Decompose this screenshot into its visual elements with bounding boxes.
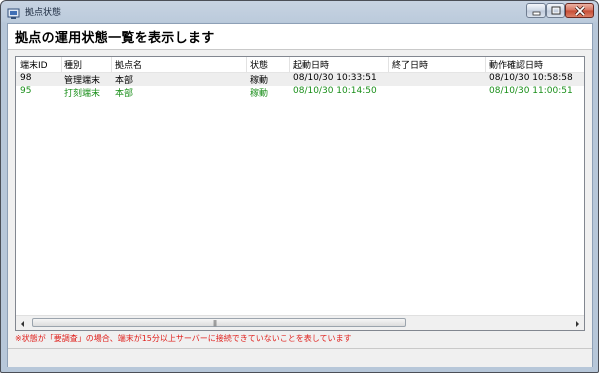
cell-check-time: 08/10/30 11:00:51 <box>489 86 573 96</box>
app-window: 拠点状態 拠点の運用状態一覧を表示します 端末ID 種別 拠点名 状態 起動日時… <box>0 0 599 373</box>
column-header-site[interactable]: 拠点名 <box>115 58 142 71</box>
list-header: 端末ID 種別 拠点名 状態 起動日時 終了日時 動作確認日時 <box>16 57 584 73</box>
scroll-right-button[interactable] <box>570 316 584 330</box>
cell-status: 稼動 <box>250 76 269 86</box>
cell-terminal-id: 98 <box>20 73 32 83</box>
chevron-left-icon <box>21 321 24 327</box>
column-header-start-time[interactable]: 起動日時 <box>293 58 329 71</box>
table-row[interactable]: 98 管理端末 本部 稼動 08/10/30 10:33:51 08/10/30… <box>16 73 584 86</box>
column-header-status[interactable]: 状態 <box>250 58 268 71</box>
close-icon <box>574 5 586 17</box>
cell-terminal-id: 95 <box>20 86 32 96</box>
title-bar[interactable]: 拠点状態 <box>1 1 598 23</box>
page-title: 拠点の運用状態一覧を表示します <box>15 31 215 46</box>
horizontal-scrollbar[interactable]: ||| <box>16 315 584 330</box>
close-button[interactable] <box>565 3 594 18</box>
grip-icon: ||| <box>213 320 217 327</box>
status-list[interactable]: 端末ID 種別 拠点名 状態 起動日時 終了日時 動作確認日時 98 管理端末 … <box>15 56 585 331</box>
column-divider[interactable] <box>61 57 62 72</box>
cell-type: 管理端末 <box>64 76 101 86</box>
maximize-icon <box>551 6 561 15</box>
column-header-type[interactable]: 種別 <box>64 58 82 71</box>
header-panel: 拠点の運用状態一覧を表示します <box>8 24 592 50</box>
cell-check-time: 08/10/30 10:58:58 <box>489 73 573 83</box>
window-title: 拠点状態 <box>25 8 62 18</box>
column-divider[interactable] <box>388 57 389 72</box>
chevron-right-icon <box>576 321 579 327</box>
cell-site: 本部 <box>115 76 134 86</box>
app-icon <box>7 5 20 19</box>
minimize-button[interactable] <box>526 3 546 18</box>
table-row[interactable]: 95 打刻端末 本部 稼動 08/10/30 10:14:50 08/10/30… <box>16 86 584 99</box>
column-divider[interactable] <box>111 57 112 72</box>
cell-status: 稼動 <box>250 89 269 99</box>
column-header-check-time[interactable]: 動作確認日時 <box>489 58 543 71</box>
cell-type: 打刻端末 <box>64 89 101 99</box>
column-header-end-time[interactable]: 終了日時 <box>392 58 428 71</box>
status-note: ※状態が「要調査」の場合、端末が15分以上サーバーに接続できていないことを表して… <box>15 334 352 343</box>
column-divider[interactable] <box>485 57 486 72</box>
cell-start-time: 08/10/30 10:33:51 <box>293 73 377 83</box>
client-area: 拠点の運用状態一覧を表示します 端末ID 種別 拠点名 状態 起動日時 終了日時… <box>7 23 593 367</box>
status-bar <box>8 348 592 367</box>
minimize-icon <box>532 11 541 16</box>
cell-start-time: 08/10/30 10:14:50 <box>293 86 377 96</box>
column-divider[interactable] <box>246 57 247 72</box>
maximize-button[interactable] <box>546 3 565 18</box>
scroll-thumb[interactable]: ||| <box>32 318 406 327</box>
column-header-terminal-id[interactable]: 端末ID <box>20 58 48 71</box>
cell-site: 本部 <box>115 89 134 99</box>
column-divider[interactable] <box>289 57 290 72</box>
scroll-left-button[interactable] <box>16 316 30 330</box>
